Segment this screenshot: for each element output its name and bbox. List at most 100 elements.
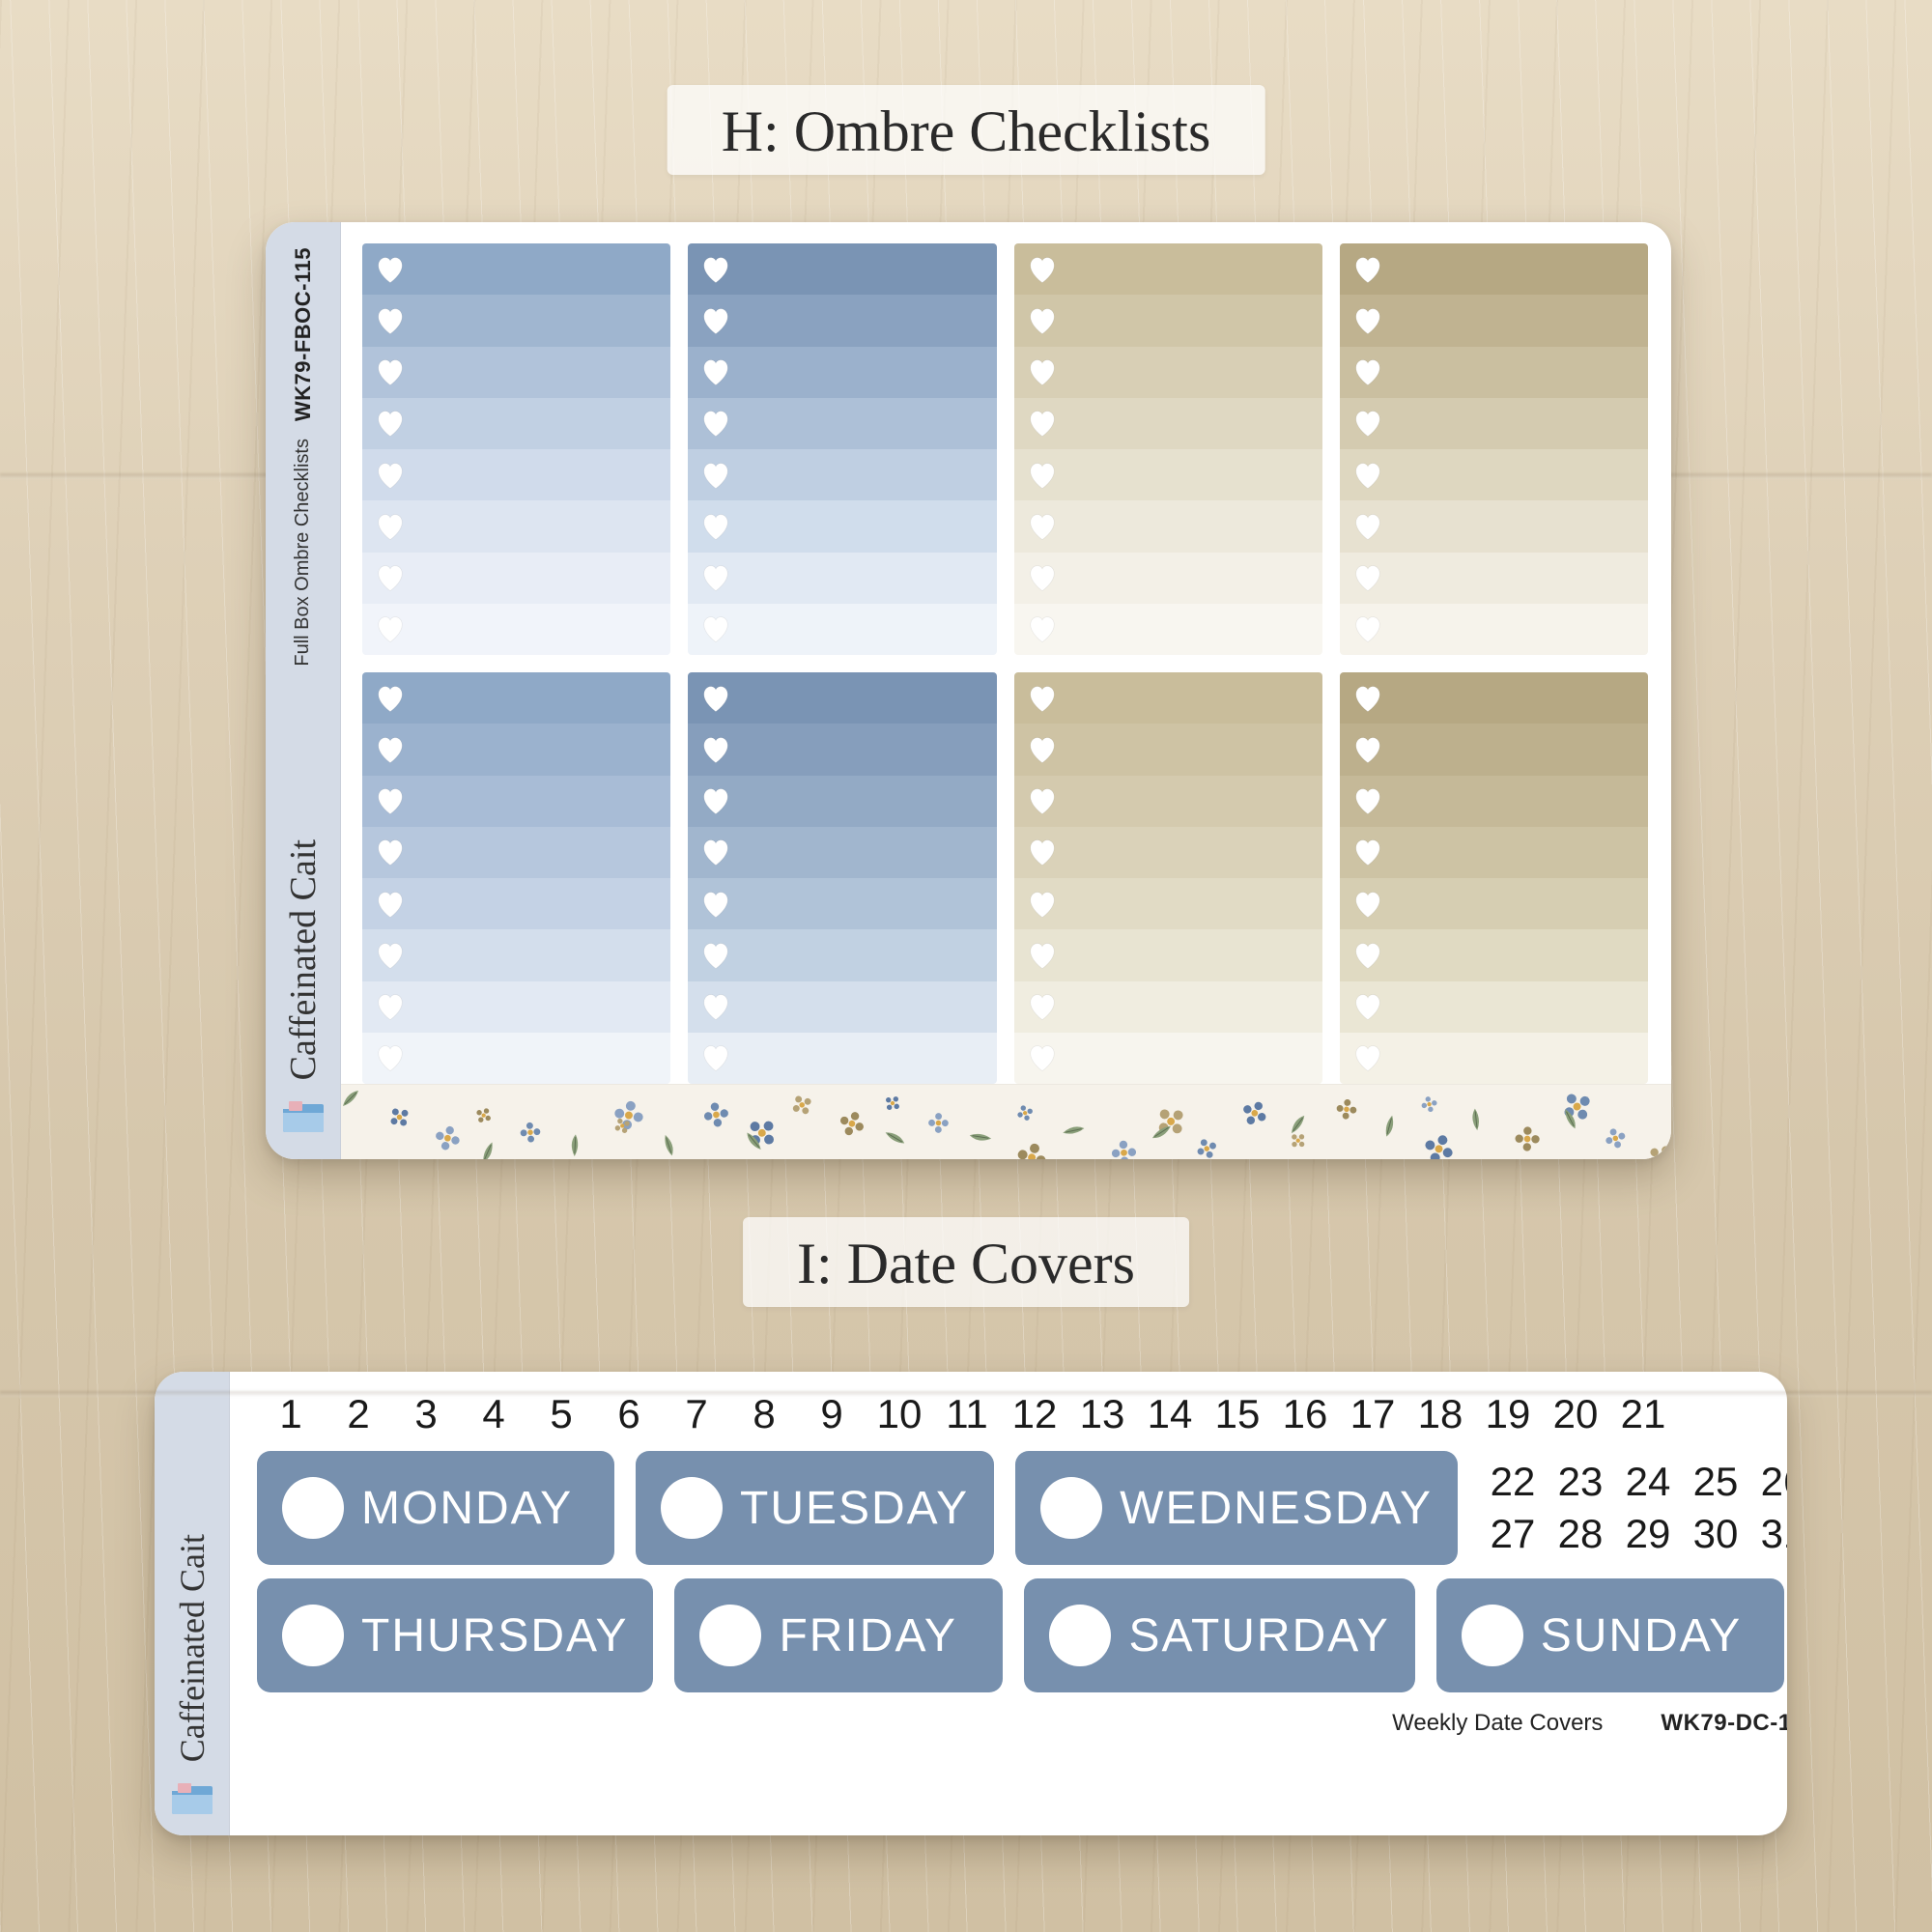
date-number-sticker: 20	[1542, 1391, 1609, 1437]
checklist-row	[362, 878, 670, 929]
floral-washi-strip	[341, 1084, 1671, 1159]
checklist-row	[1014, 295, 1322, 346]
checklist-row	[1340, 347, 1648, 398]
heart-checkbox-icon	[1026, 838, 1059, 867]
day-cover-saturday: SATURDAY	[1024, 1578, 1414, 1692]
day-circle-icon	[1462, 1605, 1523, 1666]
flower-icon	[1236, 1094, 1277, 1133]
checklist-row	[1340, 1033, 1648, 1084]
day-cover-monday: MONDAY	[257, 1451, 614, 1565]
heart-checkbox-icon	[374, 255, 407, 284]
date-number-sticker: 1	[257, 1391, 325, 1437]
checklist-row	[688, 449, 996, 500]
checklist-row	[1014, 981, 1322, 1033]
checklist-row	[362, 553, 670, 604]
checklist-row	[1014, 929, 1322, 980]
flower-icon	[699, 1094, 731, 1130]
heart-checkbox-icon	[699, 1043, 732, 1072]
flower-icon	[519, 1120, 548, 1144]
date-numbers-row: 123456789101112131415161718192021	[257, 1391, 1787, 1437]
day-covers-row-1: MONDAYTUESDAYWEDNESDAY222324252627282930…	[257, 1451, 1787, 1565]
checklist-row	[1014, 553, 1322, 604]
heart-checkbox-icon	[1351, 306, 1384, 335]
date-number-sticker: 27	[1479, 1512, 1547, 1556]
ombre-checklist-box	[688, 672, 996, 1084]
heart-checkbox-icon	[1026, 684, 1059, 713]
heart-checkbox-icon	[1026, 786, 1059, 815]
checklist-row	[362, 724, 670, 775]
date-number-sticker: 24	[1614, 1460, 1682, 1504]
leaf-icon	[878, 1126, 906, 1151]
flower-icon	[1418, 1123, 1462, 1159]
sheet-sidebar: WK79-FBOC-115 Full Box Ombre Checklists …	[266, 222, 341, 1159]
heart-checkbox-icon	[1026, 512, 1059, 541]
day-cover-thursday: THURSDAY	[257, 1578, 653, 1692]
ombre-checklist-box	[362, 243, 670, 655]
checklist-row	[362, 929, 670, 980]
heart-checkbox-icon	[699, 786, 732, 815]
checklist-row	[1340, 449, 1648, 500]
sheet-sidebar: Caffeinated Cait	[155, 1372, 230, 1835]
sku-description: Weekly Date Covers	[1392, 1710, 1603, 1737]
checklist-row	[688, 553, 996, 604]
heart-checkbox-icon	[1351, 563, 1384, 592]
date-number-sticker: 4	[460, 1391, 527, 1437]
heart-checkbox-icon	[1026, 735, 1059, 764]
date-number-sticker: 15	[1204, 1391, 1271, 1437]
heart-checkbox-icon	[1026, 1043, 1059, 1072]
heart-checkbox-icon	[374, 890, 407, 919]
checklist-row	[1340, 878, 1648, 929]
flower-icon	[380, 1101, 414, 1135]
heart-checkbox-icon	[374, 941, 407, 970]
heart-checkbox-icon	[374, 512, 407, 541]
date-number-sticker: 8	[730, 1391, 798, 1437]
heart-checkbox-icon	[699, 735, 732, 764]
checklist-row	[1340, 724, 1648, 775]
checklist-row	[1340, 776, 1648, 827]
checklist-row	[1014, 724, 1322, 775]
flower-icon	[471, 1099, 497, 1127]
checklist-row	[362, 449, 670, 500]
checklist-row	[362, 604, 670, 655]
day-label: SUNDAY	[1541, 1609, 1742, 1662]
date-number-sticker: 17	[1339, 1391, 1406, 1437]
heart-checkbox-icon	[1351, 941, 1384, 970]
date-number-sticker: 25	[1682, 1460, 1749, 1504]
checklist-row	[688, 672, 996, 724]
flower-icon	[1329, 1096, 1359, 1122]
heart-checkbox-icon	[1351, 614, 1384, 643]
checklist-row	[1340, 243, 1648, 295]
heart-checkbox-icon	[1351, 512, 1384, 541]
heart-checkbox-icon	[699, 941, 732, 970]
heart-checkbox-icon	[374, 461, 407, 490]
heart-checkbox-icon	[699, 461, 732, 490]
day-cover-friday: FRIDAY	[674, 1578, 1003, 1692]
checklist-row	[1340, 398, 1648, 449]
date-number-sticker: 23	[1547, 1460, 1614, 1504]
flower-icon	[1105, 1138, 1139, 1159]
heart-checkbox-icon	[1351, 409, 1384, 438]
checklist-row	[1340, 827, 1648, 878]
ombre-checklists-sheet: WK79-FBOC-115 Full Box Ombre Checklists …	[266, 222, 1671, 1159]
checklist-row	[688, 878, 996, 929]
checklist-row	[1014, 827, 1322, 878]
day-covers-row-2: THURSDAYFRIDAYSATURDAY SUNDAY	[257, 1578, 1787, 1692]
ombre-body	[341, 222, 1671, 1159]
checklist-row	[1014, 243, 1322, 295]
checklist-row	[688, 1033, 996, 1084]
leaf-icon	[341, 1089, 360, 1113]
heart-checkbox-icon	[1351, 1043, 1384, 1072]
flower-icon	[1192, 1132, 1226, 1159]
leaf-icon	[1058, 1118, 1087, 1149]
heart-checkbox-icon	[374, 563, 407, 592]
heart-checkbox-icon	[1026, 614, 1059, 643]
checklist-row	[362, 243, 670, 295]
leaf-icon	[473, 1135, 500, 1159]
day-circle-icon	[699, 1605, 761, 1666]
heart-checkbox-icon	[699, 992, 732, 1021]
date-number-sticker: 3	[392, 1391, 460, 1437]
flower-icon	[876, 1088, 904, 1115]
date-number-sticker: 31	[1749, 1512, 1787, 1556]
heart-checkbox-icon	[699, 255, 732, 284]
checklist-row	[1014, 500, 1322, 552]
